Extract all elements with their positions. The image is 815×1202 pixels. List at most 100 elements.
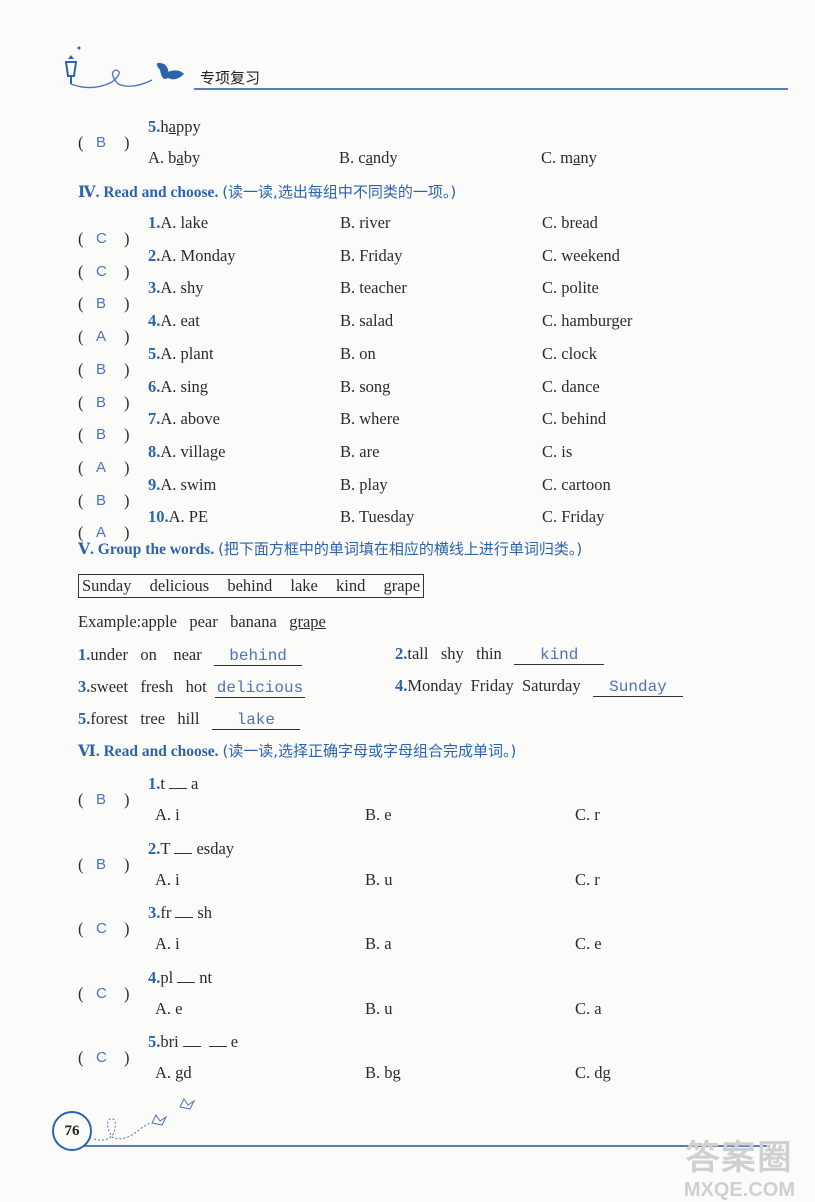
birds-decoration-icon — [93, 1098, 196, 1141]
option-c: C. e — [575, 934, 602, 953]
answer-blank[interactable]: kind — [514, 646, 605, 665]
item-number: 5. — [148, 117, 161, 136]
box-word: Sunday — [82, 576, 132, 595]
letter-blank — [174, 839, 193, 854]
option-b: B. Tuesday — [340, 507, 415, 527]
example-label: Example: — [78, 612, 142, 631]
item-number: 1. — [148, 774, 161, 793]
spelling-options: A. e B. u C. a — [155, 999, 602, 1019]
group-words: forest tree hill — [90, 709, 200, 728]
spelling-item: (C) 4.pl nt — [78, 967, 213, 1003]
group-item-1: 1.under on near behind — [78, 644, 303, 666]
word-suffix: sh — [197, 903, 213, 922]
option-a: A. i — [155, 934, 180, 953]
spelling-item: (C) 3.fr sh — [78, 903, 213, 938]
option-a: A. i — [155, 805, 180, 824]
item-number: 1. — [78, 645, 91, 664]
option-c: C. dance — [542, 376, 600, 396]
letter-blank — [168, 774, 187, 789]
box-word: delicious — [149, 576, 210, 595]
item-number: 2. — [395, 644, 408, 663]
section-title: Group the words. — [97, 541, 215, 558]
letter-blank — [182, 1032, 201, 1047]
answer: B — [96, 791, 107, 808]
option-c: C. r — [575, 869, 600, 889]
section-instruction: (读一读,选出每组中不同类的一项。) — [222, 183, 457, 201]
group-item-3: 3.sweet fresh hot delicious — [78, 676, 306, 698]
item-number: 9. — [148, 474, 161, 494]
item-number: 2. — [148, 838, 161, 858]
choice-item: (C) 1.A. lake B. river C. bread — [78, 213, 598, 248]
answer-blank[interactable]: delicious — [215, 679, 306, 698]
group-item-5: 5.forest tree hill lake — [78, 708, 300, 730]
answer-blank[interactable]: lake — [211, 711, 300, 730]
option-a: A. above — [160, 409, 220, 429]
letter-blank — [175, 903, 194, 918]
section-numeral: Ⅵ. — [78, 743, 100, 760]
option-c: C. bread — [542, 213, 598, 232]
item-word: happy — [160, 117, 201, 136]
option-c: C. cartoon — [542, 474, 611, 494]
option-b: B. river — [340, 213, 391, 232]
spelling-item: (B) 2.T esday — [78, 838, 235, 874]
option-a: A. eat — [160, 311, 200, 331]
group-item-2: 2.tall shy thin kind — [395, 643, 605, 665]
option-b: B. play — [340, 474, 388, 494]
choice-item: (A) 8.A. village B. are C. is — [78, 441, 573, 477]
example-answer: grape — [289, 612, 326, 631]
prev-item-options: A. baby B. candy C. many — [148, 148, 597, 168]
choice-item: (A) 4.A. eat B. salad C. hamburger — [78, 311, 633, 347]
box-word: behind — [227, 576, 273, 595]
section-instruction: (读一读,选择正确字母或字母组合完成单词。) — [222, 742, 517, 760]
option-b: B. candy — [339, 148, 398, 167]
choice-item: (B) 7.A. above B. where C. behind — [78, 409, 607, 445]
item-number: 5. — [148, 343, 161, 363]
example-row: Example:apple pear banana grape — [78, 611, 326, 633]
choice-item: (B) 6.A. sing B. song C. dance — [78, 376, 600, 412]
group-words: under on near — [90, 645, 202, 664]
word-prefix: bri — [160, 1032, 179, 1051]
spelling-item: (C) 5.bri e — [78, 1032, 239, 1067]
answer-blank[interactable]: Sunday — [592, 678, 683, 697]
option-a: A. Monday — [160, 245, 236, 265]
spelling-options: A. i B. e C. r — [155, 805, 600, 825]
option-c: C. behind — [542, 409, 607, 429]
item-number: 2. — [148, 245, 161, 265]
item-number: 4. — [148, 311, 161, 331]
group-words: sweet fresh hot — [90, 677, 207, 696]
lamp-butterfly-decoration-icon — [64, 46, 184, 89]
option-a: A. lake — [160, 213, 209, 232]
section-instruction: (把下面方框中的单词填在相应的横线上进行单词归类。) — [218, 540, 583, 558]
option-c: C. polite — [542, 278, 599, 298]
letter-blank — [177, 968, 196, 983]
section-title: Read and choose. — [103, 743, 219, 760]
option-a: A. plant — [160, 343, 214, 363]
answer: C — [96, 920, 107, 937]
item-number: 3. — [148, 903, 161, 922]
choice-item: (B) 5.A. plant B. on C. clock — [78, 343, 597, 379]
answer-blank[interactable]: behind — [214, 647, 303, 666]
option-b: B. bg — [365, 1063, 401, 1082]
header-title: 专项复习 — [200, 69, 261, 87]
option-c: C. r — [575, 805, 600, 824]
option-b: B. u — [365, 869, 393, 889]
answer: B — [96, 855, 107, 873]
section-5-heading: Ⅴ. Group the words. (把下面方框中的单词填在相应的横线上进行… — [78, 538, 582, 559]
option-b: B. salad — [340, 311, 394, 331]
spelling-options: A. i B. u C. r — [155, 870, 600, 890]
header-rule — [194, 88, 788, 90]
item-number: 3. — [148, 278, 161, 298]
choice-item: (C) 2.A. Monday B. Friday C. weekend — [78, 245, 620, 281]
item-number: 6. — [148, 376, 161, 396]
option-a: A. village — [160, 441, 226, 461]
section-title: Read and choose. — [103, 184, 219, 201]
group-words: tall shy thin — [407, 644, 502, 663]
option-c: C. hamburger — [542, 311, 633, 331]
word-prefix: t — [160, 774, 165, 793]
footer-rule — [70, 1145, 770, 1147]
box-word: kind — [335, 576, 366, 595]
item-number: 8. — [148, 441, 161, 461]
example-words: apple pear banana — [141, 612, 277, 631]
option-b: B. teacher — [340, 278, 407, 298]
spelling-item: (B) 1.t a — [78, 774, 199, 809]
